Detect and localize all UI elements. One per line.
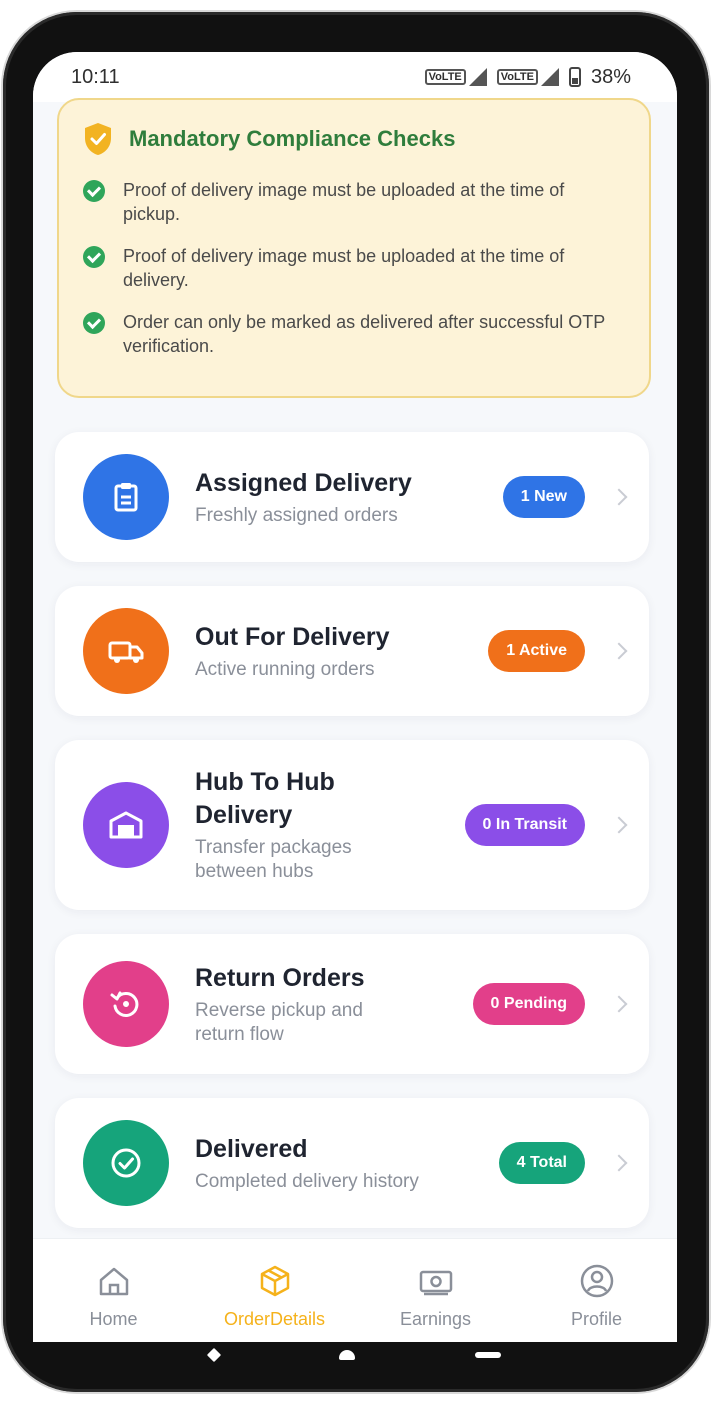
nav-label: Profile: [570, 1309, 623, 1329]
check-icon: [83, 180, 105, 202]
card-subtitle: Transfer packages between hubs: [195, 837, 352, 882]
return-orders-card[interactable]: Return Orders Reverse pickup and return …: [55, 934, 649, 1074]
compliance-item-text: Proof of delivery image must be uploaded…: [123, 180, 565, 224]
nav-label: Earnings: [399, 1309, 472, 1329]
delivery-menu: Assigned Delivery Freshly assigned order…: [55, 432, 649, 1252]
app-screen: 10:11 VoLTE VoLTE 38% Mandatory Complian…: [33, 52, 677, 1342]
truck-icon: [83, 608, 169, 694]
status-badge: 0 In Transit: [464, 804, 585, 846]
compliance-title: Mandatory Compliance Checks: [129, 126, 456, 151]
chevron-right-icon: [610, 816, 628, 834]
check-icon: [83, 312, 105, 334]
compliance-card: Mandatory Compliance Checks Proof of del…: [57, 98, 651, 398]
card-title: Delivered: [195, 1134, 308, 1163]
chevron-right-icon: [610, 1154, 628, 1172]
check-icon: [83, 246, 105, 268]
compliance-item-text: Order can only be marked as delivered af…: [123, 312, 605, 356]
system-nav-bar: [33, 1330, 677, 1380]
recents-icon[interactable]: [475, 1352, 501, 1358]
status-time: 10:11: [71, 65, 120, 88]
card-title: Assigned Delivery: [195, 468, 412, 497]
status-bar: 10:11 VoLTE VoLTE 38%: [33, 52, 677, 102]
chevron-right-icon: [610, 642, 628, 660]
card-title: Hub To Hub Delivery: [195, 768, 335, 829]
clipboard-icon: [83, 454, 169, 540]
battery-percent: 38%: [590, 65, 631, 88]
cash-icon: [419, 1270, 452, 1296]
hub-to-hub-card[interactable]: Hub To Hub Delivery Transfer packages be…: [55, 740, 649, 910]
status-badge: 1 New: [502, 476, 585, 518]
chevron-right-icon: [610, 488, 628, 506]
card-title: Out For Delivery: [195, 622, 390, 651]
check-circle-icon: [83, 1120, 169, 1206]
signal-2-icon: VoLTE: [496, 68, 559, 86]
compliance-item: Proof of delivery image must be uploaded…: [83, 178, 625, 226]
compliance-item: Proof of delivery image must be uploaded…: [83, 244, 625, 292]
profile-icon: [580, 1264, 613, 1298]
delivered-card[interactable]: Delivered Completed delivery history 4 T…: [55, 1098, 649, 1228]
bottom-nav: Home OrderDetails Earnings Profile: [33, 1238, 677, 1342]
card-title: Return Orders: [195, 963, 365, 992]
status-badge: 1 Active: [488, 630, 585, 672]
assigned-delivery-card[interactable]: Assigned Delivery Freshly assigned order…: [55, 432, 649, 562]
chevron-right-icon: [610, 995, 628, 1013]
card-subtitle: Completed delivery history: [195, 1170, 419, 1192]
card-subtitle: Freshly assigned orders: [195, 504, 398, 526]
compliance-item: Order can only be marked as delivered af…: [83, 310, 625, 358]
return-icon: [83, 961, 169, 1047]
back-icon[interactable]: [206, 1347, 222, 1363]
nav-label: OrderDetails: [223, 1309, 326, 1329]
status-icons: VoLTE VoLTE 38%: [424, 65, 631, 89]
compliance-item-text: Proof of delivery image must be uploaded…: [123, 246, 565, 290]
phone-frame: 10:11 VoLTE VoLTE 38% Mandatory Complian…: [3, 12, 709, 1392]
signal-icon: VoLTE: [424, 68, 487, 86]
nav-label: Home: [89, 1309, 138, 1329]
home-icon: [99, 1267, 128, 1296]
battery-icon: [568, 67, 581, 87]
card-subtitle: Reverse pickup and return flow: [195, 999, 363, 1045]
out-for-delivery-card[interactable]: Out For Delivery Active running orders 1…: [55, 586, 649, 716]
card-subtitle: Active running orders: [195, 658, 375, 680]
home-system-icon[interactable]: [339, 1350, 355, 1360]
box-icon: [260, 1265, 289, 1297]
warehouse-icon: [83, 782, 169, 868]
status-badge: 0 Pending: [472, 983, 585, 1025]
status-badge: 4 Total: [498, 1142, 585, 1184]
shield-icon: [85, 123, 111, 155]
